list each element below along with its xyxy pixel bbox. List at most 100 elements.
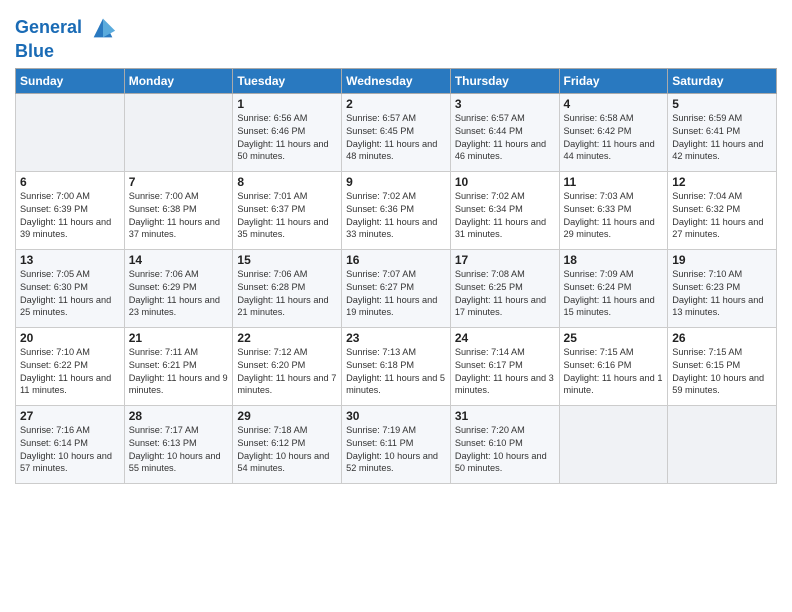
day-number: 18 bbox=[564, 253, 664, 267]
day-info: Sunrise: 7:07 AM Sunset: 6:27 PM Dayligh… bbox=[346, 268, 446, 320]
day-info: Sunrise: 7:14 AM Sunset: 6:17 PM Dayligh… bbox=[455, 346, 555, 398]
header: General Blue bbox=[15, 10, 777, 62]
logo-icon bbox=[89, 14, 117, 42]
calendar-cell: 27Sunrise: 7:16 AM Sunset: 6:14 PM Dayli… bbox=[16, 405, 125, 483]
week-row-1: 1Sunrise: 6:56 AM Sunset: 6:46 PM Daylig… bbox=[16, 93, 777, 171]
day-number: 21 bbox=[129, 331, 229, 345]
calendar-cell: 24Sunrise: 7:14 AM Sunset: 6:17 PM Dayli… bbox=[450, 327, 559, 405]
calendar-cell: 13Sunrise: 7:05 AM Sunset: 6:30 PM Dayli… bbox=[16, 249, 125, 327]
day-number: 2 bbox=[346, 97, 446, 111]
day-info: Sunrise: 7:02 AM Sunset: 6:34 PM Dayligh… bbox=[455, 190, 555, 242]
day-number: 13 bbox=[20, 253, 120, 267]
day-number: 12 bbox=[672, 175, 772, 189]
logo-blue-text: Blue bbox=[15, 41, 54, 61]
day-number: 4 bbox=[564, 97, 664, 111]
calendar-cell: 17Sunrise: 7:08 AM Sunset: 6:25 PM Dayli… bbox=[450, 249, 559, 327]
day-number: 9 bbox=[346, 175, 446, 189]
day-info: Sunrise: 6:57 AM Sunset: 6:45 PM Dayligh… bbox=[346, 112, 446, 164]
day-info: Sunrise: 6:59 AM Sunset: 6:41 PM Dayligh… bbox=[672, 112, 772, 164]
page: General Blue SundayMondayTuesdayWednesda… bbox=[0, 0, 792, 612]
day-info: Sunrise: 7:09 AM Sunset: 6:24 PM Dayligh… bbox=[564, 268, 664, 320]
day-number: 16 bbox=[346, 253, 446, 267]
day-info: Sunrise: 7:20 AM Sunset: 6:10 PM Dayligh… bbox=[455, 424, 555, 476]
day-info: Sunrise: 7:17 AM Sunset: 6:13 PM Dayligh… bbox=[129, 424, 229, 476]
day-number: 27 bbox=[20, 409, 120, 423]
day-info: Sunrise: 7:15 AM Sunset: 6:16 PM Dayligh… bbox=[564, 346, 664, 398]
week-row-3: 13Sunrise: 7:05 AM Sunset: 6:30 PM Dayli… bbox=[16, 249, 777, 327]
week-row-5: 27Sunrise: 7:16 AM Sunset: 6:14 PM Dayli… bbox=[16, 405, 777, 483]
day-info: Sunrise: 7:11 AM Sunset: 6:21 PM Dayligh… bbox=[129, 346, 229, 398]
logo-blue: Blue bbox=[15, 42, 117, 62]
logo-general: General bbox=[15, 17, 82, 37]
day-number: 10 bbox=[455, 175, 555, 189]
calendar-cell: 16Sunrise: 7:07 AM Sunset: 6:27 PM Dayli… bbox=[342, 249, 451, 327]
calendar-cell bbox=[124, 93, 233, 171]
week-row-4: 20Sunrise: 7:10 AM Sunset: 6:22 PM Dayli… bbox=[16, 327, 777, 405]
day-number: 23 bbox=[346, 331, 446, 345]
calendar-cell: 10Sunrise: 7:02 AM Sunset: 6:34 PM Dayli… bbox=[450, 171, 559, 249]
day-number: 17 bbox=[455, 253, 555, 267]
day-header-friday: Friday bbox=[559, 68, 668, 93]
calendar-cell: 21Sunrise: 7:11 AM Sunset: 6:21 PM Dayli… bbox=[124, 327, 233, 405]
week-row-2: 6Sunrise: 7:00 AM Sunset: 6:39 PM Daylig… bbox=[16, 171, 777, 249]
day-info: Sunrise: 7:06 AM Sunset: 6:28 PM Dayligh… bbox=[237, 268, 337, 320]
calendar-cell: 7Sunrise: 7:00 AM Sunset: 6:38 PM Daylig… bbox=[124, 171, 233, 249]
day-number: 24 bbox=[455, 331, 555, 345]
day-number: 19 bbox=[672, 253, 772, 267]
calendar-cell: 26Sunrise: 7:15 AM Sunset: 6:15 PM Dayli… bbox=[668, 327, 777, 405]
calendar-cell: 6Sunrise: 7:00 AM Sunset: 6:39 PM Daylig… bbox=[16, 171, 125, 249]
calendar-cell: 8Sunrise: 7:01 AM Sunset: 6:37 PM Daylig… bbox=[233, 171, 342, 249]
calendar-cell: 19Sunrise: 7:10 AM Sunset: 6:23 PM Dayli… bbox=[668, 249, 777, 327]
day-number: 28 bbox=[129, 409, 229, 423]
calendar-cell: 12Sunrise: 7:04 AM Sunset: 6:32 PM Dayli… bbox=[668, 171, 777, 249]
day-info: Sunrise: 7:10 AM Sunset: 6:22 PM Dayligh… bbox=[20, 346, 120, 398]
calendar-cell: 22Sunrise: 7:12 AM Sunset: 6:20 PM Dayli… bbox=[233, 327, 342, 405]
calendar-cell: 25Sunrise: 7:15 AM Sunset: 6:16 PM Dayli… bbox=[559, 327, 668, 405]
day-number: 31 bbox=[455, 409, 555, 423]
calendar-cell: 14Sunrise: 7:06 AM Sunset: 6:29 PM Dayli… bbox=[124, 249, 233, 327]
day-number: 3 bbox=[455, 97, 555, 111]
calendar-cell: 1Sunrise: 6:56 AM Sunset: 6:46 PM Daylig… bbox=[233, 93, 342, 171]
calendar-cell: 5Sunrise: 6:59 AM Sunset: 6:41 PM Daylig… bbox=[668, 93, 777, 171]
day-number: 25 bbox=[564, 331, 664, 345]
day-info: Sunrise: 7:06 AM Sunset: 6:29 PM Dayligh… bbox=[129, 268, 229, 320]
calendar-table: SundayMondayTuesdayWednesdayThursdayFrid… bbox=[15, 68, 777, 484]
day-info: Sunrise: 7:05 AM Sunset: 6:30 PM Dayligh… bbox=[20, 268, 120, 320]
calendar-cell: 28Sunrise: 7:17 AM Sunset: 6:13 PM Dayli… bbox=[124, 405, 233, 483]
day-header-saturday: Saturday bbox=[668, 68, 777, 93]
day-info: Sunrise: 7:04 AM Sunset: 6:32 PM Dayligh… bbox=[672, 190, 772, 242]
day-header-thursday: Thursday bbox=[450, 68, 559, 93]
day-info: Sunrise: 7:02 AM Sunset: 6:36 PM Dayligh… bbox=[346, 190, 446, 242]
calendar-cell: 30Sunrise: 7:19 AM Sunset: 6:11 PM Dayli… bbox=[342, 405, 451, 483]
day-number: 29 bbox=[237, 409, 337, 423]
day-number: 20 bbox=[20, 331, 120, 345]
day-info: Sunrise: 7:08 AM Sunset: 6:25 PM Dayligh… bbox=[455, 268, 555, 320]
day-number: 14 bbox=[129, 253, 229, 267]
day-info: Sunrise: 6:58 AM Sunset: 6:42 PM Dayligh… bbox=[564, 112, 664, 164]
day-info: Sunrise: 7:16 AM Sunset: 6:14 PM Dayligh… bbox=[20, 424, 120, 476]
day-number: 1 bbox=[237, 97, 337, 111]
day-info: Sunrise: 7:10 AM Sunset: 6:23 PM Dayligh… bbox=[672, 268, 772, 320]
day-info: Sunrise: 7:00 AM Sunset: 6:38 PM Dayligh… bbox=[129, 190, 229, 242]
day-info: Sunrise: 6:57 AM Sunset: 6:44 PM Dayligh… bbox=[455, 112, 555, 164]
day-number: 15 bbox=[237, 253, 337, 267]
day-number: 11 bbox=[564, 175, 664, 189]
day-info: Sunrise: 6:56 AM Sunset: 6:46 PM Dayligh… bbox=[237, 112, 337, 164]
header-row: SundayMondayTuesdayWednesdayThursdayFrid… bbox=[16, 68, 777, 93]
calendar-cell bbox=[559, 405, 668, 483]
day-number: 6 bbox=[20, 175, 120, 189]
day-number: 22 bbox=[237, 331, 337, 345]
day-info: Sunrise: 7:00 AM Sunset: 6:39 PM Dayligh… bbox=[20, 190, 120, 242]
day-info: Sunrise: 7:12 AM Sunset: 6:20 PM Dayligh… bbox=[237, 346, 337, 398]
calendar-cell: 29Sunrise: 7:18 AM Sunset: 6:12 PM Dayli… bbox=[233, 405, 342, 483]
day-info: Sunrise: 7:15 AM Sunset: 6:15 PM Dayligh… bbox=[672, 346, 772, 398]
calendar-cell: 18Sunrise: 7:09 AM Sunset: 6:24 PM Dayli… bbox=[559, 249, 668, 327]
calendar-cell: 3Sunrise: 6:57 AM Sunset: 6:44 PM Daylig… bbox=[450, 93, 559, 171]
day-header-sunday: Sunday bbox=[16, 68, 125, 93]
calendar-cell bbox=[16, 93, 125, 171]
day-number: 5 bbox=[672, 97, 772, 111]
calendar-body: 1Sunrise: 6:56 AM Sunset: 6:46 PM Daylig… bbox=[16, 93, 777, 483]
day-info: Sunrise: 7:18 AM Sunset: 6:12 PM Dayligh… bbox=[237, 424, 337, 476]
day-number: 26 bbox=[672, 331, 772, 345]
calendar-cell: 2Sunrise: 6:57 AM Sunset: 6:45 PM Daylig… bbox=[342, 93, 451, 171]
